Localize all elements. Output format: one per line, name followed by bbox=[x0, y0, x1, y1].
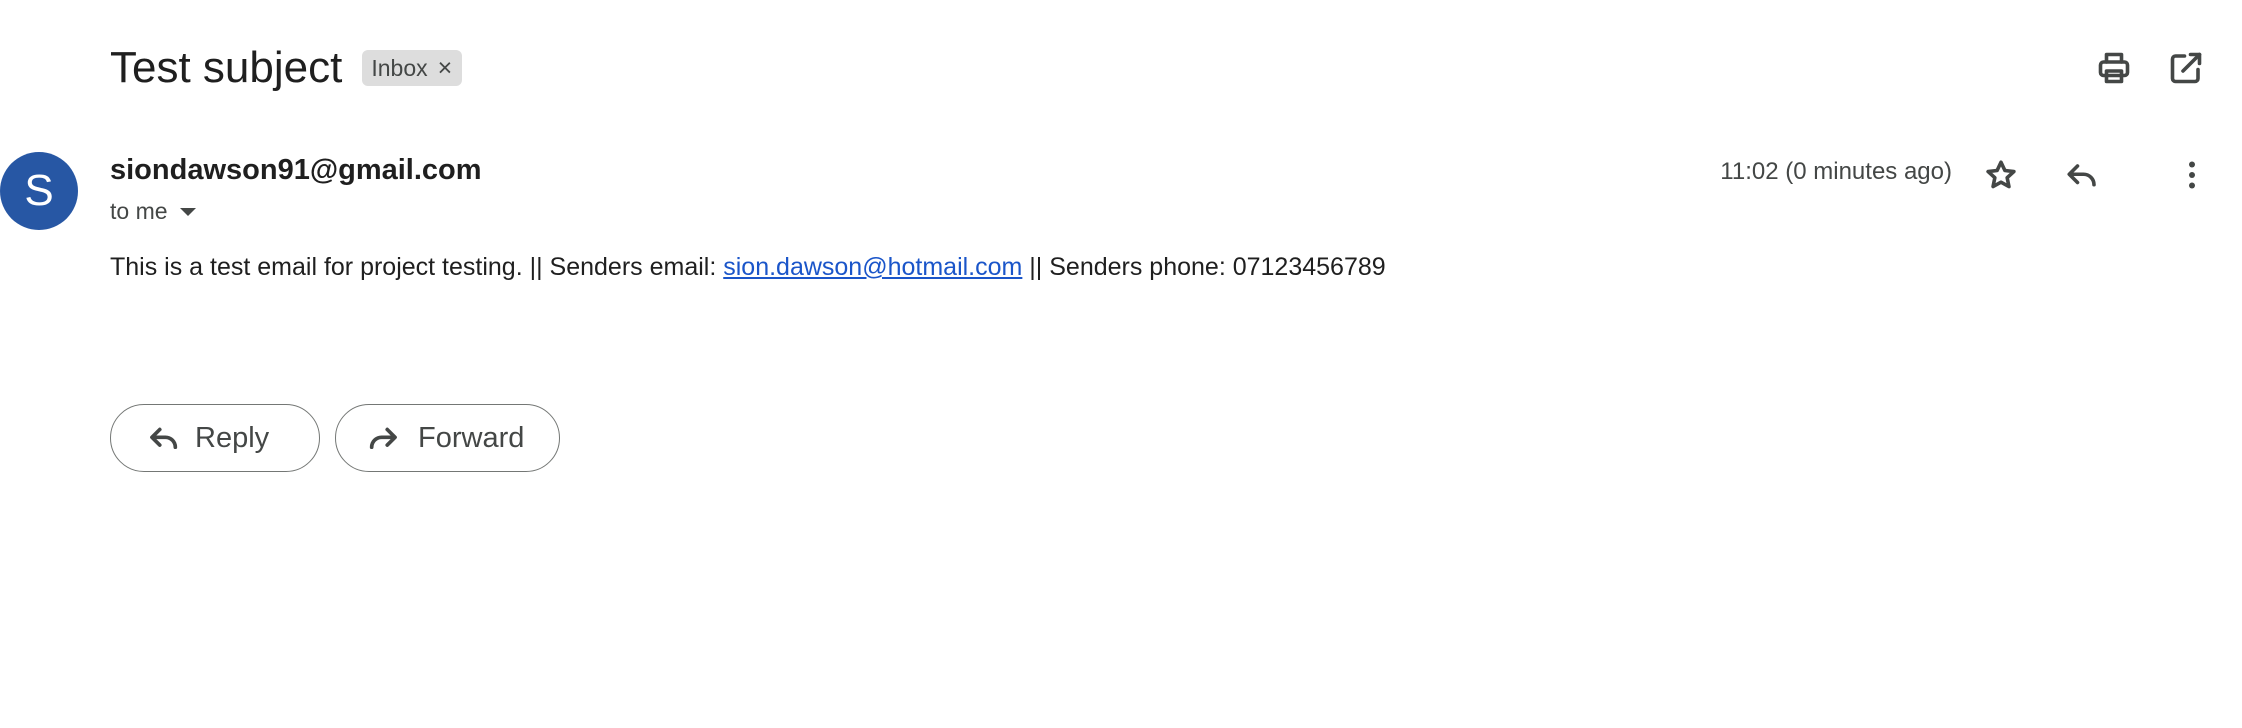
more-vert-icon[interactable] bbox=[2172, 155, 2212, 195]
open-in-new-window-icon[interactable] bbox=[2166, 48, 2206, 88]
forward-button[interactable]: Forward bbox=[335, 404, 560, 472]
star-icon[interactable] bbox=[1981, 155, 2021, 195]
sender-email-link[interactable]: sion.dawson@hotmail.com bbox=[723, 253, 1022, 281]
reply-icon bbox=[150, 427, 178, 450]
body-text-before-link: This is a test email for project testing… bbox=[110, 253, 724, 281]
thread-toolbar bbox=[2042, 48, 2242, 88]
email-body: This is a test email for project testing… bbox=[110, 253, 1386, 282]
email-subject: Test subject bbox=[110, 43, 343, 92]
remove-label-icon[interactable]: × bbox=[438, 55, 453, 81]
forward-button-label: Forward bbox=[418, 421, 525, 454]
reply-icon[interactable] bbox=[2062, 155, 2102, 195]
reply-button[interactable]: Reply bbox=[110, 404, 320, 472]
subject-row: Test subject Inbox × bbox=[110, 38, 463, 98]
recipient-label: to me bbox=[110, 198, 168, 224]
forward-icon bbox=[369, 427, 397, 450]
body-text-after-link: || Senders phone: 07123456789 bbox=[1022, 253, 1386, 281]
reply-button-label: Reply bbox=[195, 421, 270, 454]
chevron-down-icon[interactable] bbox=[179, 207, 196, 216]
label-chip-text: Inbox bbox=[371, 54, 428, 81]
avatar[interactable]: S bbox=[0, 152, 78, 230]
print-icon[interactable] bbox=[2094, 48, 2134, 88]
recipient-details-toggle[interactable]: to me bbox=[110, 198, 196, 225]
inbox-label-chip[interactable]: Inbox × bbox=[362, 50, 463, 86]
sender-email[interactable]: siondawson91@gmail.com bbox=[110, 154, 482, 187]
email-timestamp: 11:02 (0 minutes ago) bbox=[1720, 158, 1952, 185]
